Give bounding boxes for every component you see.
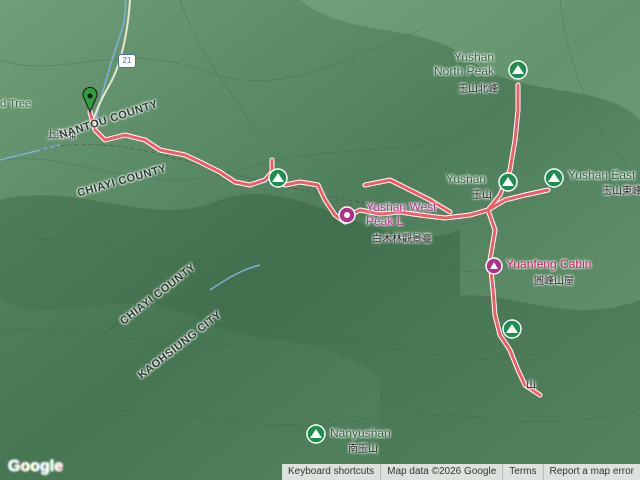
peak-marker-icon[interactable]	[508, 60, 528, 80]
peak-marker-icon[interactable]	[544, 168, 564, 188]
peak-marker-icon[interactable]	[306, 424, 326, 444]
yushan-zh: 玉山	[472, 190, 492, 201]
viewpoint-marker-icon[interactable]	[338, 206, 356, 224]
baimulin-viewpoint-zh: 白木林觀景臺	[372, 234, 432, 245]
google-logo-text: Google	[8, 458, 64, 475]
google-logo: Google	[8, 458, 63, 476]
yushan-east-zh: 玉山東峰	[602, 186, 640, 197]
partial-peak-zh: 山	[526, 380, 536, 391]
yushan-label: Yushan	[446, 172, 487, 186]
yushan-west-peak-label-2: Peak L	[366, 214, 404, 228]
yushan-east-label: Yushan East	[568, 168, 636, 182]
nanyushan-zh: 南玉山	[348, 444, 378, 455]
map-canvas[interactable]	[0, 0, 640, 480]
nanyushan-label: Nanyushan	[330, 426, 391, 440]
map-footer: Keyboard shortcuts Map data ©2026 Google…	[281, 464, 640, 480]
terms-link[interactable]: Terms	[502, 464, 542, 480]
map-data-attribution: Map data ©2026 Google	[380, 464, 502, 480]
peak-marker-icon[interactable]	[502, 319, 522, 339]
yushan-west-peak-label-1: Yushan West	[366, 200, 437, 214]
peak-marker-icon[interactable]	[268, 168, 288, 188]
yuanfeng-cabin-label: Yuanfeng Cabin	[506, 257, 592, 271]
yuanfeng-cabin-zh: 圓峰山屋	[534, 276, 574, 287]
report-map-error-link[interactable]: Report a map error	[542, 464, 640, 480]
yushan-north-peak-zh: 玉山北峰	[458, 84, 498, 95]
keyboard-shortcuts-link[interactable]: Keyboard shortcuts	[282, 464, 380, 480]
road-21-shield: 21	[118, 54, 136, 68]
tree-label: d Tree	[0, 98, 32, 110]
peak-marker-icon[interactable]	[498, 172, 518, 192]
yushan-north-peak-label-1: Yushan	[454, 50, 495, 64]
cabin-marker-icon[interactable]	[485, 257, 503, 275]
yushan-north-peak-label-2: North Peak	[434, 64, 495, 78]
